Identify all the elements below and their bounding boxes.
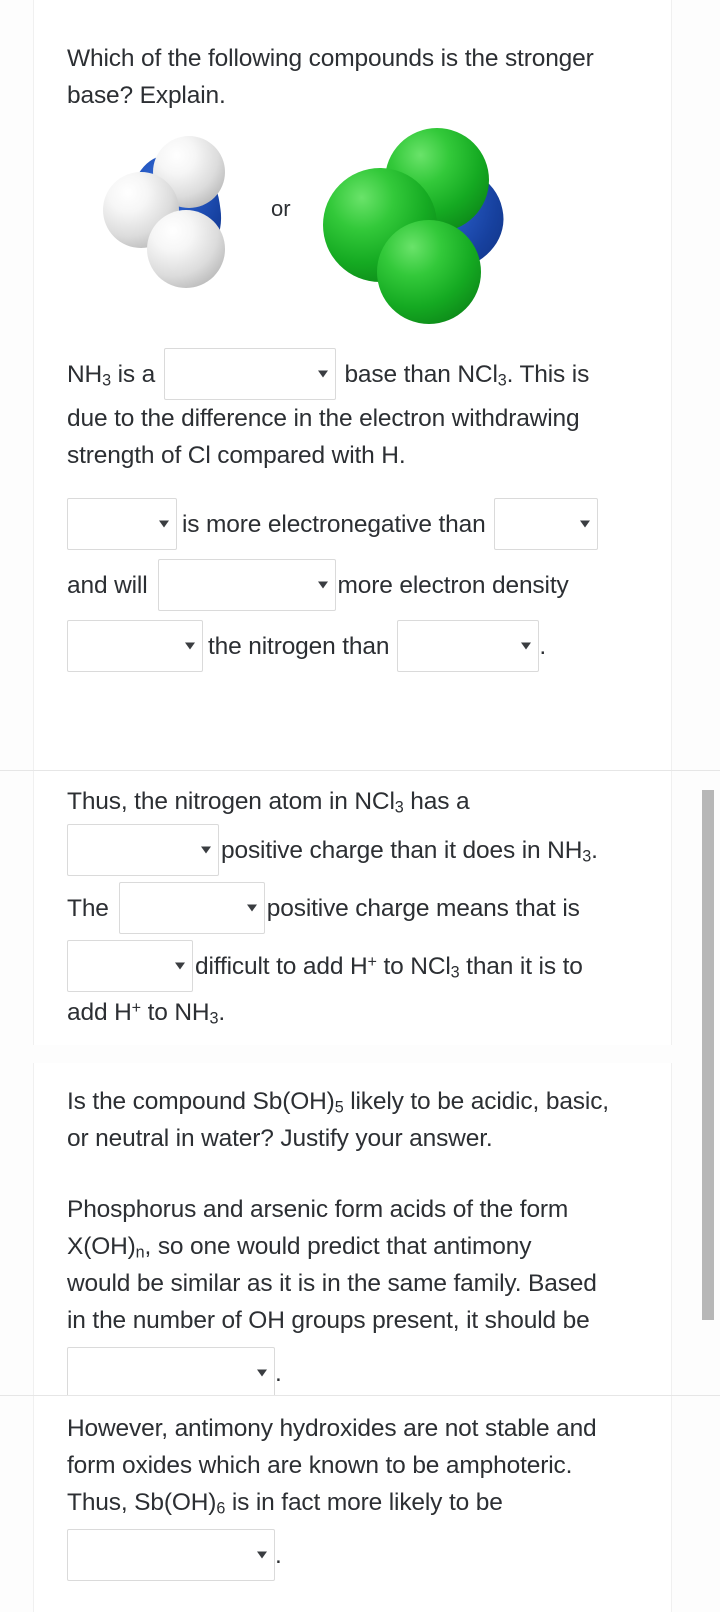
question-card-4: However, antimony hydroxides are not sta…	[33, 1396, 672, 1612]
nitrogen-trichloride-model	[323, 128, 513, 324]
chevron-down-icon	[175, 962, 185, 970]
molecule-separator-label: or	[271, 196, 291, 221]
statement-4: the nitrogen than .	[67, 620, 638, 672]
dropdown-partial-charge-magnitude[interactable]	[67, 824, 219, 876]
chlorine-atom-3	[377, 220, 481, 324]
dropdown-electronegative-object[interactable]	[493, 498, 598, 550]
statement-1-line-2: due to the difference in the electron wi…	[67, 405, 580, 432]
statement-3-prefix: and will	[67, 571, 148, 599]
card3-paragraph-line2: X(OH)n, so one would predict that antimo…	[67, 1233, 532, 1262]
chevron-down-icon	[257, 1551, 267, 1559]
dropdown-nitrogen-effect[interactable]	[67, 620, 203, 672]
card4-paragraph: However, antimony hydroxides are not sta…	[67, 1410, 638, 1521]
card-left-edge	[33, 771, 34, 1045]
statement-1-row-1: NH3 is a base than NCl3. This is	[67, 348, 638, 400]
statement-1-prefix: NH3 is a	[67, 360, 162, 390]
card3-answer-period: .	[275, 1359, 282, 1387]
vertical-scrollbar-track[interactable]	[701, 772, 715, 1396]
card3-paragraph-line4: in the number of OH groups present, it s…	[67, 1307, 590, 1334]
card-right-edge	[671, 1396, 672, 1612]
card2-line-3-suffix: positive charge means that is	[266, 894, 580, 922]
question-prompt-1-line1: Which of the following compounds is the …	[67, 45, 594, 72]
dropdown-base-strength[interactable]	[163, 348, 336, 400]
card2-line-3-prefix: The	[67, 894, 109, 922]
dropdown-electron-density-verb[interactable]	[157, 559, 336, 611]
card2-line-1: Thus, the nitrogen atom in NCl3 has a	[67, 788, 470, 817]
chevron-down-icon	[257, 1369, 267, 1377]
question-prompt-2-line1: Is the compound Sb(OH)5 likely to be aci…	[67, 1088, 609, 1117]
card-right-edge	[671, 771, 672, 1045]
card4-paragraph-line3: Thus, Sb(OH)6 is in fact more likely to …	[67, 1489, 503, 1518]
statement-4-period: .	[539, 632, 547, 660]
card-left-edge	[33, 1063, 34, 1395]
statement-3-suffix: more electron density	[337, 571, 569, 599]
statement-4-text: the nitrogen than	[208, 632, 390, 660]
chevron-down-icon	[579, 520, 590, 528]
chevron-down-icon	[317, 370, 328, 378]
statement-1: NH3 is a base than NCl3. This is due to …	[67, 348, 638, 474]
question-prompt-1-line2: base? Explain.	[67, 82, 226, 109]
molecule-comparison-figure: or	[67, 128, 638, 328]
card4-paragraph-line2: form oxides which are known to be amphot…	[67, 1452, 573, 1479]
card4-paragraph-line1: However, antimony hydroxides are not sta…	[67, 1415, 597, 1442]
dropdown-electronegative-subject[interactable]	[67, 498, 177, 550]
card3-paragraph: Phosphorus and arsenic form acids of the…	[67, 1191, 638, 1339]
chevron-down-icon	[317, 581, 328, 589]
chevron-down-icon	[521, 642, 532, 650]
dropdown-charge-descriptor[interactable]	[118, 882, 265, 934]
card2-line-2: positive charge than it does in NH3.	[67, 824, 638, 876]
statement-1-suffix: base than NCl3. This is	[337, 360, 590, 390]
chevron-down-icon	[185, 642, 195, 650]
statement-3: and will more electron density	[67, 559, 638, 611]
hydrogen-atom-3	[147, 210, 225, 288]
card-right-edge	[671, 1063, 672, 1395]
statement-2-text: is more electronegative than	[182, 510, 486, 538]
question-prompt-2: Is the compound Sb(OH)5 likely to be aci…	[67, 1083, 638, 1157]
card-left-edge	[33, 0, 34, 770]
question-card-3: Is the compound Sb(OH)5 likely to be aci…	[33, 1063, 672, 1399]
card2-line-4: difficult to add H+ to NCl3 than it is t…	[67, 940, 638, 992]
chevron-down-icon	[246, 904, 257, 912]
dropdown-difficulty[interactable]	[67, 940, 193, 992]
card2-line-3: The positive charge means that is	[67, 882, 638, 934]
card2-line-2-text: positive charge than it does in NH3.	[221, 836, 598, 866]
vertical-scrollbar-thumb[interactable]	[702, 790, 714, 1320]
card3-answer-row: .	[67, 1347, 638, 1399]
card3-paragraph-line1: Phosphorus and arsenic form acids of the…	[67, 1196, 569, 1223]
ammonia-model	[103, 136, 253, 296]
statement-1-line-3: strength of Cl compared with H.	[67, 442, 406, 469]
card2-line-5: add H+ to NH3.	[67, 999, 225, 1028]
question-card-2: Thus, the nitrogen atom in NCl3 has a po…	[33, 771, 672, 1045]
dropdown-sb-oh-5-character[interactable]	[67, 1347, 275, 1399]
card-left-edge	[33, 1396, 34, 1612]
statement-2: is more electronegative than	[67, 498, 638, 550]
card-right-edge	[671, 0, 672, 770]
card4-answer-row: .	[67, 1529, 638, 1581]
question-card-1: Which of the following compounds is the …	[33, 0, 672, 770]
page-root: Which of the following compounds is the …	[0, 0, 720, 1612]
card3-paragraph-line3: would be similar as it is in the same fa…	[67, 1270, 597, 1297]
card4-answer-period: .	[275, 1541, 282, 1569]
question-prompt-1: Which of the following compounds is the …	[67, 40, 638, 114]
chevron-down-icon	[201, 846, 211, 854]
dropdown-sb-oh-6-character[interactable]	[67, 1529, 275, 1581]
chevron-down-icon	[159, 520, 169, 528]
dropdown-nitrogen-comparison[interactable]	[397, 620, 540, 672]
question-prompt-2-line2: or neutral in water? Justify your answer…	[67, 1125, 493, 1152]
card2-line-4-text: difficult to add H+ to NCl3 than it is t…	[195, 952, 583, 982]
